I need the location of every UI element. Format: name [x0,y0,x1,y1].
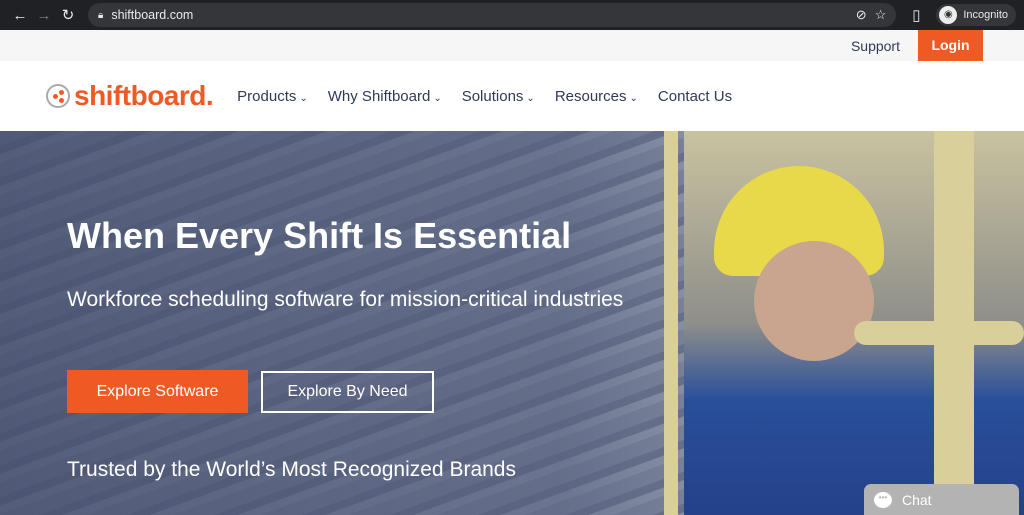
logo[interactable]: shiftboard. [46,80,214,112]
explore-by-need-button[interactable]: Explore By Need [261,371,434,413]
nav-contact-us[interactable]: Contact Us [658,88,732,105]
explore-software-button[interactable]: Explore Software [67,370,248,413]
url-text: shiftboard.com [111,8,194,22]
tracking-off-icon[interactable]: ⊘ [856,7,867,23]
main-nav: shiftboard. Products ⌄ Why Shiftboard ⌄ So… [0,61,1024,131]
address-bar[interactable]: 🔒︎ shiftboard.com ⊘ ☆ [88,3,897,27]
logo-icon [46,84,70,108]
chevron-down-icon: ⌄ [526,92,535,104]
lock-icon: 🔒︎ [98,9,104,21]
trusted-heading: Trusted by the World’s Most Recognized B… [67,458,516,481]
star-icon[interactable]: ☆ [875,7,887,23]
nav-products[interactable]: Products ⌄ [237,88,308,105]
hero-subtitle: Workforce scheduling software for missio… [67,288,624,311]
browser-toolbar: ← → ↻ 🔒︎ shiftboard.com ⊘ ☆ ▯ ◉ Incognit… [0,0,1024,30]
reload-icon[interactable]: ↻ [56,6,80,24]
hero-image-worker [664,131,1024,515]
logo-text: shiftboard. [74,80,214,111]
nav-why-shiftboard[interactable]: Why Shiftboard ⌄ [328,88,442,105]
hero: When Every Shift Is Essential Workforce … [0,131,1024,515]
profile-label: Incognito [963,9,1008,21]
chat-widget[interactable]: ••• Chat [864,484,1019,515]
nav-resources[interactable]: Resources ⌄ [555,88,638,105]
incognito-badge[interactable]: ◉ Incognito [936,4,1016,26]
nav-solutions[interactable]: Solutions ⌄ [462,88,535,105]
utility-bar: Support Login [0,30,1024,61]
incognito-icon: ◉ [939,6,958,24]
chevron-down-icon: ⌄ [629,92,638,104]
chat-bubble-icon: ••• [874,491,892,508]
side-panel-icon[interactable]: ▯ [904,6,928,24]
hero-title: When Every Shift Is Essential [67,215,572,256]
chevron-down-icon: ⌄ [433,92,442,104]
login-button[interactable]: Login [918,30,983,61]
forward-icon[interactable]: → [32,7,56,24]
back-icon[interactable]: ← [8,7,32,24]
chevron-down-icon: ⌄ [299,92,308,104]
chat-label: Chat [902,491,932,508]
support-link[interactable]: Support [851,38,900,54]
